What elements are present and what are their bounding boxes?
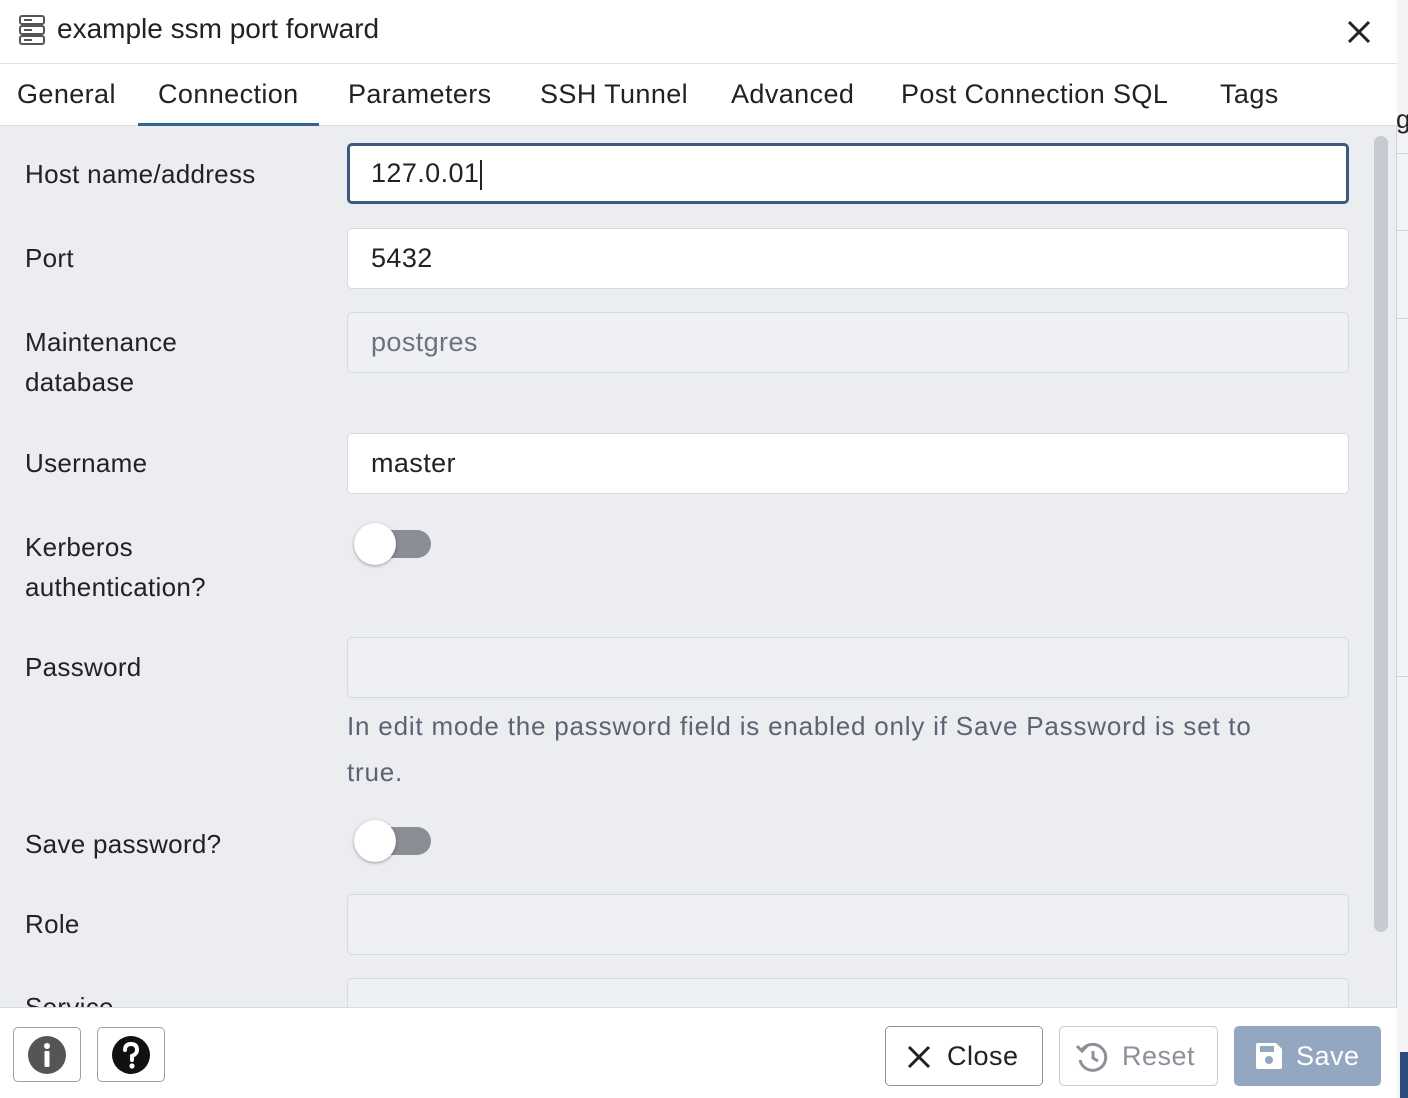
dialog-titlebar: example ssm port forward xyxy=(0,0,1397,64)
kerberos-toggle[interactable] xyxy=(354,523,432,565)
role-input[interactable] xyxy=(347,894,1349,955)
close-icon xyxy=(907,1045,931,1069)
maintenance-db-input: postgres xyxy=(347,312,1349,373)
reset-button-label: Reset xyxy=(1122,1041,1196,1071)
server-dialog: example ssm port forward General Connect… xyxy=(0,0,1397,1098)
save-password-toggle[interactable] xyxy=(354,820,432,862)
username-input[interactable]: master xyxy=(347,433,1349,494)
close-button[interactable]: Close xyxy=(885,1026,1043,1086)
host-value: 127.0.01 xyxy=(371,158,480,188)
background-window: g xyxy=(1396,0,1408,1098)
save-icon xyxy=(1256,1043,1282,1069)
reset-button[interactable]: Reset xyxy=(1059,1026,1218,1086)
tab-connection[interactable]: Connection xyxy=(138,64,319,126)
help-icon xyxy=(112,1036,150,1074)
help-button[interactable] xyxy=(97,1027,165,1082)
tab-ssh-tunnel[interactable]: SSH Tunnel xyxy=(520,64,708,126)
password-label: Password xyxy=(25,652,142,682)
save-button[interactable]: Save xyxy=(1234,1026,1381,1086)
dialog-title: example ssm port forward xyxy=(57,13,380,44)
service-input[interactable] xyxy=(347,978,1349,1007)
kerberos-label-line2: authentication? xyxy=(25,572,206,602)
tab-general[interactable]: General xyxy=(0,64,136,126)
toggle-knob xyxy=(354,523,396,565)
tab-advanced[interactable]: Advanced xyxy=(711,64,874,126)
form-body: Host name/address 127.0.01 Port 5432 Mai… xyxy=(0,127,1370,1007)
background-block xyxy=(1400,1052,1408,1098)
host-input[interactable]: 127.0.01 xyxy=(347,143,1349,204)
scrollbar[interactable] xyxy=(1374,136,1388,932)
role-label: Role xyxy=(25,909,80,939)
maintenance-db-label-line2: database xyxy=(25,367,135,397)
username-label: Username xyxy=(25,448,148,478)
tab-post-connection-sql[interactable]: Post Connection SQL xyxy=(881,64,1188,126)
info-icon xyxy=(28,1036,66,1074)
reset-icon xyxy=(1075,1042,1108,1072)
port-label: Port xyxy=(25,243,74,273)
password-input xyxy=(347,637,1349,698)
toggle-knob xyxy=(354,820,396,862)
close-icon[interactable] xyxy=(1344,17,1374,47)
close-button-label: Close xyxy=(947,1041,1019,1071)
text-caret xyxy=(480,159,483,190)
info-button[interactable] xyxy=(13,1027,81,1082)
tab-tags[interactable]: Tags xyxy=(1200,64,1299,126)
server-icon xyxy=(19,15,45,45)
maintenance-db-label-line1: Maintenance xyxy=(25,327,178,357)
kerberos-label-line1: Kerberos xyxy=(25,532,133,562)
tab-bar: General Connection Parameters SSH Tunnel… xyxy=(0,64,1397,126)
password-help-line2: true. xyxy=(347,757,404,787)
save-button-label: Save xyxy=(1296,1041,1360,1071)
service-label: Service xyxy=(25,992,114,1007)
tab-parameters[interactable]: Parameters xyxy=(328,64,512,126)
host-label: Host name/address xyxy=(25,159,256,189)
background-glyph: g xyxy=(1396,104,1408,134)
dialog-footer: Close Reset Save xyxy=(0,1007,1397,1098)
port-input[interactable]: 5432 xyxy=(347,228,1349,289)
save-password-label: Save password? xyxy=(25,829,222,859)
password-help-line1: In edit mode the password field is enabl… xyxy=(347,711,1252,741)
